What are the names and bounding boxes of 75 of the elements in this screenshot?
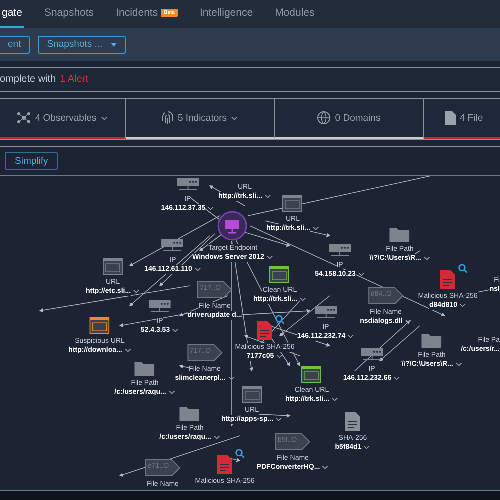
document-icon [346,412,360,431]
chevron-down-icon[interactable] [394,376,401,381]
browser-window-icon [302,366,322,383]
globe-icon [317,111,332,125]
chevron-down-icon[interactable] [100,116,108,120]
summary-tab[interactable]: 4 File [424,99,500,139]
tag-icon [187,344,223,362]
chevron-down-icon[interactable] [455,362,462,367]
document-icon [258,321,272,340]
chevron-down-icon[interactable] [348,334,355,339]
document-icon [444,111,456,125]
document-icon [440,270,456,289]
nav-tab[interactable]: Intelligence [198,0,256,28]
chevron-down-icon[interactable] [423,256,430,261]
summary-label: 4 File [460,112,484,124]
chevron-down-icon[interactable] [460,303,467,308]
chevron-down-icon[interactable] [331,397,338,402]
server-icon [162,239,184,253]
search-icon[interactable] [276,315,286,325]
tag-icon [368,287,404,305]
browser-window-icon [90,317,110,334]
summary-label: 0 Domains [335,112,381,124]
chevron-down-icon[interactable] [299,297,306,302]
network-nodes-icon [17,112,32,124]
chevron-down-icon[interactable] [133,289,140,294]
chevron-down-icon[interactable] [168,390,176,395]
summary-label: 5 Indicators [178,112,228,124]
server-icon [149,300,171,314]
folder-icon [422,332,442,348]
chevron-down-icon[interactable] [266,255,274,260]
server-icon [177,178,199,192]
chevron-down-icon[interactable] [404,319,412,324]
summary-tab[interactable]: 0 Domains [275,99,424,139]
chevron-down-icon[interactable] [172,328,180,333]
chevron-down-icon[interactable] [276,417,283,422]
toolbar-button[interactable]: Snapshots ... [38,36,126,54]
chevron-down-icon[interactable] [208,206,215,211]
search-icon[interactable] [458,264,468,274]
chevron-down-icon[interactable] [213,435,220,440]
folder-icon [390,226,410,242]
chevron-down-icon[interactable] [276,354,284,359]
server-icon [329,244,351,258]
nav-tab[interactable]: Snapshots [42,0,96,28]
alert-count: 1 Alert [60,74,88,85]
monitor-icon [218,211,248,241]
browser-window-icon [103,258,123,275]
browser-window-icon [270,266,290,283]
status-text: omplete with [0,74,56,85]
server-icon [315,306,337,320]
search-icon[interactable] [236,449,246,459]
browser-window-icon [242,386,262,403]
chevron-down-icon[interactable] [264,194,272,199]
chevron-down-icon[interactable] [228,376,235,381]
summary-tab[interactable]: 5 Indicators [126,99,275,139]
document-icon [218,455,232,474]
tag-icon [145,459,181,477]
simplify-button[interactable]: Simplify [5,152,58,170]
chevron-down-icon[interactable] [231,116,238,120]
folder-icon [180,405,200,421]
chevron-down-icon[interactable] [312,226,320,231]
chevron-down-icon[interactable] [194,267,202,272]
summary-tab[interactable]: 4 Observables [0,99,126,139]
chevron-down-icon[interactable] [364,445,371,450]
summary-label: 4 Observables [35,112,97,124]
server-icon [361,348,383,362]
chevron-down-icon[interactable] [322,465,330,470]
nav-tab[interactable]: Modules [273,0,317,28]
toolbar-button[interactable]: ent [0,36,30,54]
chevron-down-icon[interactable] [358,272,365,277]
browser-window-icon [283,195,303,212]
tag-icon [275,433,311,451]
tag-icon [197,281,233,299]
fingerprint-icon [162,111,174,125]
chevron-down-icon[interactable] [124,348,132,353]
folder-icon [135,360,155,376]
